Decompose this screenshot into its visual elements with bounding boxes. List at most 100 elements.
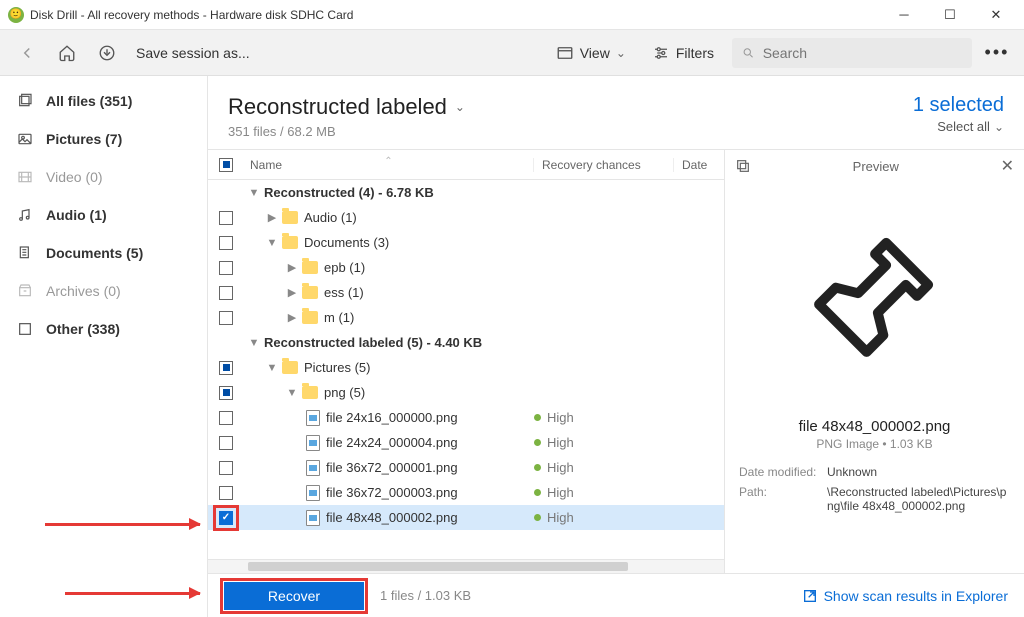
row-checkbox[interactable] — [219, 211, 233, 225]
more-button[interactable]: ••• — [982, 42, 1012, 63]
chevron-right-icon[interactable]: ▶ — [286, 261, 298, 274]
toolbar: Save session as... View ⌄ Filters ••• — [0, 30, 1024, 76]
home-button[interactable] — [52, 38, 82, 68]
sidebar-item-label: Pictures (7) — [46, 131, 122, 147]
file-row[interactable]: file 24x16_000000.png High — [208, 405, 724, 430]
external-link-icon — [802, 588, 818, 604]
file-tree: ⌃Name Recovery chances Date ▼Reconstruct… — [208, 149, 724, 573]
search-box[interactable] — [732, 38, 972, 68]
sidebar-item-other[interactable]: Other (338) — [0, 310, 207, 348]
results-title[interactable]: Reconstructed labeled ⌄ — [228, 94, 465, 120]
row-checkbox[interactable] — [219, 486, 233, 500]
group-row[interactable]: ▼Reconstructed (4) - 6.78 KB — [208, 180, 724, 205]
row-checkbox[interactable] — [219, 311, 233, 325]
row-checkbox[interactable] — [219, 361, 233, 375]
meta-value: \Reconstructed labeled\Pictures\png\file… — [827, 485, 1010, 513]
results-subtitle: 351 files / 68.2 MB — [228, 124, 465, 139]
chevron-down-icon: ▼ — [248, 187, 260, 199]
sidebar-item-video[interactable]: Video (0) — [0, 158, 207, 196]
view-label: View — [580, 45, 610, 61]
folder-row[interactable]: ▶ess (1) — [208, 280, 724, 305]
file-icon — [306, 410, 320, 426]
row-checkbox[interactable] — [219, 411, 233, 425]
group-row[interactable]: ▼Reconstructed labeled (5) - 4.40 KB — [208, 330, 724, 355]
audio-icon — [16, 206, 34, 224]
pin-icon — [805, 226, 945, 369]
annotation-arrow — [45, 523, 200, 526]
preview-subtitle: PNG Image • 1.03 KB — [725, 437, 1024, 451]
column-recovery[interactable]: Recovery chances — [534, 158, 674, 172]
column-name[interactable]: ⌃Name — [244, 158, 534, 172]
chevron-right-icon[interactable]: ▶ — [286, 286, 298, 299]
file-row[interactable]: file 36x72_000001.png High — [208, 455, 724, 480]
show-in-explorer-link[interactable]: Show scan results in Explorer — [802, 588, 1008, 604]
file-row-selected[interactable]: file 48x48_000002.png High — [208, 505, 724, 530]
sidebar-item-audio[interactable]: Audio (1) — [0, 196, 207, 234]
file-row[interactable]: file 24x24_000004.png High — [208, 430, 724, 455]
sidebar-item-label: Documents (5) — [46, 245, 143, 261]
sidebar-item-documents[interactable]: Documents (5) — [0, 234, 207, 272]
chevron-down-icon: ▼ — [248, 337, 260, 349]
horizontal-scrollbar[interactable] — [208, 559, 724, 573]
filters-button[interactable]: Filters — [644, 40, 722, 66]
folder-row[interactable]: ▼Documents (3) — [208, 230, 724, 255]
sidebar-item-archives[interactable]: Archives (0) — [0, 272, 207, 310]
sidebar-item-label: Audio (1) — [46, 207, 107, 223]
file-icon — [306, 435, 320, 451]
close-preview-button[interactable]: ✕ — [1001, 156, 1014, 176]
sidebar: All files (351) Pictures (7) Video (0) A… — [0, 76, 208, 617]
maximize-button[interactable]: ☐ — [936, 5, 964, 25]
chevron-down-icon: ⌄ — [994, 120, 1004, 134]
recover-button[interactable]: Recover — [224, 582, 364, 610]
row-checkbox[interactable] — [219, 436, 233, 450]
minimize-button[interactable]: ─ — [890, 5, 918, 25]
chevron-right-icon[interactable]: ▶ — [266, 211, 278, 224]
row-checkbox[interactable] — [219, 286, 233, 300]
annotation-arrow — [65, 592, 200, 595]
status-dot-icon — [534, 414, 541, 421]
row-checkbox[interactable] — [219, 236, 233, 250]
preview-panel: Preview ✕ file 48x48_000002.png PNG Imag… — [724, 149, 1024, 573]
copy-icon[interactable] — [735, 158, 751, 174]
view-button[interactable]: View ⌄ — [548, 40, 634, 66]
row-checkbox[interactable] — [219, 511, 233, 525]
folder-icon — [302, 386, 318, 399]
filters-label: Filters — [676, 45, 714, 61]
selected-count: 1 selected — [913, 94, 1004, 117]
main-panel: Reconstructed labeled ⌄ 351 files / 68.2… — [208, 76, 1024, 617]
row-checkbox[interactable] — [219, 261, 233, 275]
chevron-down-icon[interactable]: ▼ — [266, 237, 278, 249]
row-checkbox[interactable] — [219, 386, 233, 400]
folder-row[interactable]: ▶m (1) — [208, 305, 724, 330]
sidebar-item-pictures[interactable]: Pictures (7) — [0, 120, 207, 158]
select-all-button[interactable]: Select all ⌄ — [913, 119, 1004, 134]
status-dot-icon — [534, 464, 541, 471]
close-window-button[interactable]: ✕ — [982, 5, 1010, 25]
folder-icon — [302, 311, 318, 324]
video-icon — [16, 168, 34, 186]
status-dot-icon — [534, 489, 541, 496]
file-icon — [306, 460, 320, 476]
back-button[interactable] — [12, 38, 42, 68]
file-row[interactable]: file 36x72_000003.png High — [208, 480, 724, 505]
chevron-down-icon[interactable]: ▼ — [286, 387, 298, 399]
folder-row[interactable]: ▶epb (1) — [208, 255, 724, 280]
pictures-icon — [16, 130, 34, 148]
sidebar-item-all-files[interactable]: All files (351) — [0, 82, 207, 120]
meta-key: Path: — [739, 485, 819, 513]
folder-row[interactable]: ▼Pictures (5) — [208, 355, 724, 380]
files-icon — [16, 92, 34, 110]
sort-indicator-icon: ⌃ — [384, 156, 392, 167]
folder-row[interactable]: ▶Audio (1) — [208, 205, 724, 230]
folder-row[interactable]: ▼png (5) — [208, 380, 724, 405]
chevron-right-icon[interactable]: ▶ — [286, 311, 298, 324]
save-session-icon[interactable] — [92, 38, 122, 68]
row-checkbox[interactable] — [219, 461, 233, 475]
chevron-down-icon[interactable]: ▼ — [266, 362, 278, 374]
folder-icon — [282, 211, 298, 224]
search-input[interactable] — [763, 45, 962, 61]
save-session-label[interactable]: Save session as... — [136, 45, 250, 61]
column-date[interactable]: Date — [674, 158, 724, 172]
select-all-checkbox[interactable] — [219, 158, 233, 172]
footer-info: 1 files / 1.03 KB — [380, 588, 471, 603]
